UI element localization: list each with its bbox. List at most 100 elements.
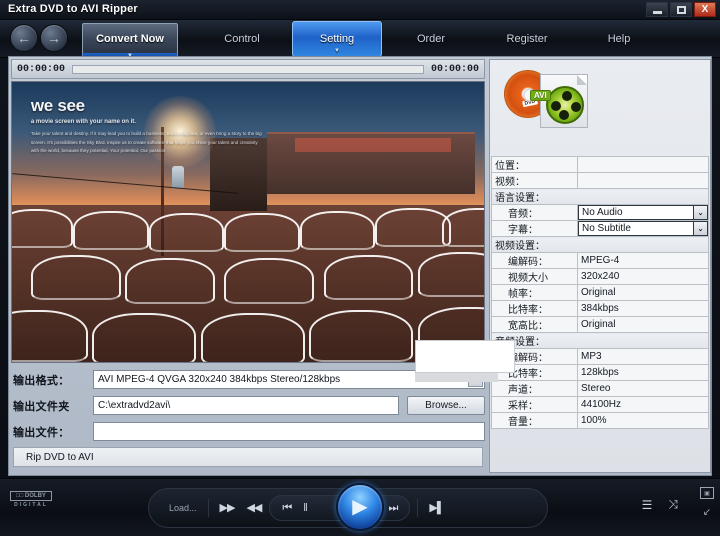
close-button[interactable]: X <box>694 2 716 17</box>
dolby-box: □□ DOLBY <box>10 491 52 501</box>
avi-badge: AVI <box>530 90 551 101</box>
tab-help[interactable]: Help <box>578 20 660 58</box>
preview-person <box>172 166 185 188</box>
audio-track-select[interactable]: No Audio ⌄ <box>577 204 709 221</box>
maximize-button[interactable] <box>670 2 692 17</box>
forward-arrow-icon[interactable]: → <box>40 24 68 52</box>
chair-outline <box>30 254 121 301</box>
output-file-row: 输出文件： <box>13 421 485 442</box>
total-time: 00:00:00 <box>430 63 479 75</box>
browse-button[interactable]: Browse... <box>407 396 485 415</box>
chair-outline <box>92 313 197 362</box>
preview-text-block: we see a movie screen with your name on … <box>31 96 267 156</box>
chair-outline <box>73 210 149 250</box>
output-format-label: 输出格式： <box>13 374 70 387</box>
audio-volume-value: 100% <box>577 412 709 429</box>
tab-control[interactable]: Control <box>198 20 286 58</box>
shuffle-icon[interactable]: ⤨ <box>668 497 678 512</box>
video-framerate-label: 帧率： <box>491 284 578 301</box>
info-settings-panel: DVD AVI 位置： 视频： 语言设置： 音频： No Audio ⌄ 字幕：… <box>489 59 711 473</box>
back-arrow-icon[interactable]: ← <box>10 24 38 52</box>
next-track-icon[interactable]: ⏭ <box>382 502 403 514</box>
output-file-label: 输出文件： <box>13 426 70 439</box>
film-reel-icon <box>546 86 584 124</box>
tab-order[interactable]: Order <box>390 20 472 58</box>
format-icon-zone: DVD AVI <box>490 60 710 156</box>
nav-arrows: ← → <box>10 24 68 52</box>
minimize-button[interactable] <box>646 2 668 17</box>
audio-codec-value: MP3 <box>577 348 709 365</box>
status-text: Rip DVD to AVI <box>26 451 94 463</box>
playlist-icon[interactable]: ☰ <box>642 498 653 512</box>
chevron-down-icon[interactable]: ⌄ <box>693 206 707 219</box>
popup-overlay <box>415 340 515 373</box>
subtitle-value: No Subtitle <box>582 223 631 234</box>
output-folder-row: 输出文件夹 C:\extradvd2avi\ Browse... <box>13 395 485 416</box>
dolby-word: DIGITAL <box>14 502 48 508</box>
chair-outline <box>309 310 414 362</box>
output-format-value: AVI MPEG-4 QVGA 320x240 384kbps Stereo/1… <box>98 374 341 385</box>
preview-headline: we see <box>30 96 85 115</box>
tab-setting[interactable]: Setting ▼ <box>292 21 382 57</box>
video-codec-label: 编解码： <box>491 252 578 269</box>
tab-register-label: Register <box>506 33 548 45</box>
preview-body-text: Take your talent and destiny. If it may … <box>30 131 262 154</box>
tab-register[interactable]: Register <box>482 20 572 58</box>
position-label: 位置： <box>491 156 578 173</box>
left-column: 00:00:00 00:00:00 we see a movie screen … <box>11 59 485 473</box>
play-button[interactable]: ▶ <box>336 483 384 531</box>
tab-setting-label: Setting <box>319 33 355 45</box>
output-file-input[interactable] <box>93 422 485 441</box>
output-folder-label: 输出文件夹 <box>13 400 70 413</box>
window-controls: X <box>646 2 716 17</box>
video-codec-value: MPEG-4 <box>577 252 709 269</box>
video-aspect-value: Original <box>577 316 709 333</box>
convert-now-button[interactable]: Convert Now <box>82 23 178 55</box>
audio-track-label: 音频： <box>491 204 578 221</box>
preview-subhead: a movie screen with your name on it. <box>30 119 136 125</box>
chair-outline <box>417 251 484 298</box>
subtitle-select[interactable]: No Subtitle ⌄ <box>577 220 709 237</box>
seek-slider[interactable] <box>72 64 424 74</box>
chair-outline <box>224 212 300 252</box>
video-value <box>577 172 709 189</box>
divider <box>417 499 419 517</box>
table-row: 编解码： MP3 <box>491 348 709 365</box>
table-row: 比特率： 128kbps <box>491 364 709 381</box>
audio-section-label: 音频设置： <box>491 332 709 349</box>
load-button[interactable]: Load... <box>163 501 203 515</box>
skip-to-end-icon[interactable]: ▶▌ <box>423 502 449 514</box>
table-row: 帧率： Original <box>491 284 709 301</box>
video-preview[interactable]: we see a movie screen with your name on … <box>11 81 485 363</box>
chair-outline <box>299 210 376 250</box>
video-section-label: 视频设置： <box>491 236 709 253</box>
divider <box>207 499 209 517</box>
resize-icon[interactable]: ↙ <box>703 507 711 518</box>
chair-outline <box>224 258 315 304</box>
player-control-bar: □□ DOLBY DIGITAL Load... ▶▶ ◀◀ ⏮ ‖ ■ ⏭ ▶… <box>0 478 720 536</box>
dolby-digital-logo: □□ DOLBY DIGITAL <box>10 491 52 508</box>
window-title: Extra DVD to AVI Ripper <box>8 3 138 15</box>
pause-icon[interactable]: ‖ <box>297 502 313 514</box>
rewind-icon[interactable]: ◀◀ <box>240 502 267 514</box>
screen-icon[interactable]: ▣ <box>700 487 714 499</box>
corner-controls: ▣ ↙ <box>700 487 714 518</box>
fast-forward-icon[interactable]: ▶▶ <box>214 502 241 514</box>
table-row: 音量： 100% <box>491 412 709 429</box>
status-bar: Rip DVD to AVI <box>13 447 483 467</box>
audio-volume-label: 音量： <box>491 412 578 429</box>
chevron-down-icon: ▼ <box>334 48 340 54</box>
language-section-label: 语言设置： <box>491 188 709 205</box>
output-settings-form: 输出格式： AVI MPEG-4 QVGA 320x240 384kbps St… <box>11 367 485 467</box>
tab-help-label: Help <box>607 33 631 45</box>
video-bitrate-label: 比特率： <box>491 300 578 317</box>
audio-channel-value: Stereo <box>577 380 709 397</box>
main-content-panel: 00:00:00 00:00:00 we see a movie screen … <box>8 56 712 476</box>
tab-control-label: Control <box>224 33 260 45</box>
navigation-bar: ← → Convert Now ▼ Control Setting ▼ Orde… <box>0 20 720 60</box>
output-folder-input[interactable]: C:\extradvd2avi\ <box>93 396 399 415</box>
previous-track-icon[interactable]: ⏮ <box>276 502 297 514</box>
chevron-down-icon[interactable]: ⌄ <box>693 222 707 235</box>
table-row: 位置： <box>491 156 709 173</box>
chair-outline <box>148 212 225 252</box>
